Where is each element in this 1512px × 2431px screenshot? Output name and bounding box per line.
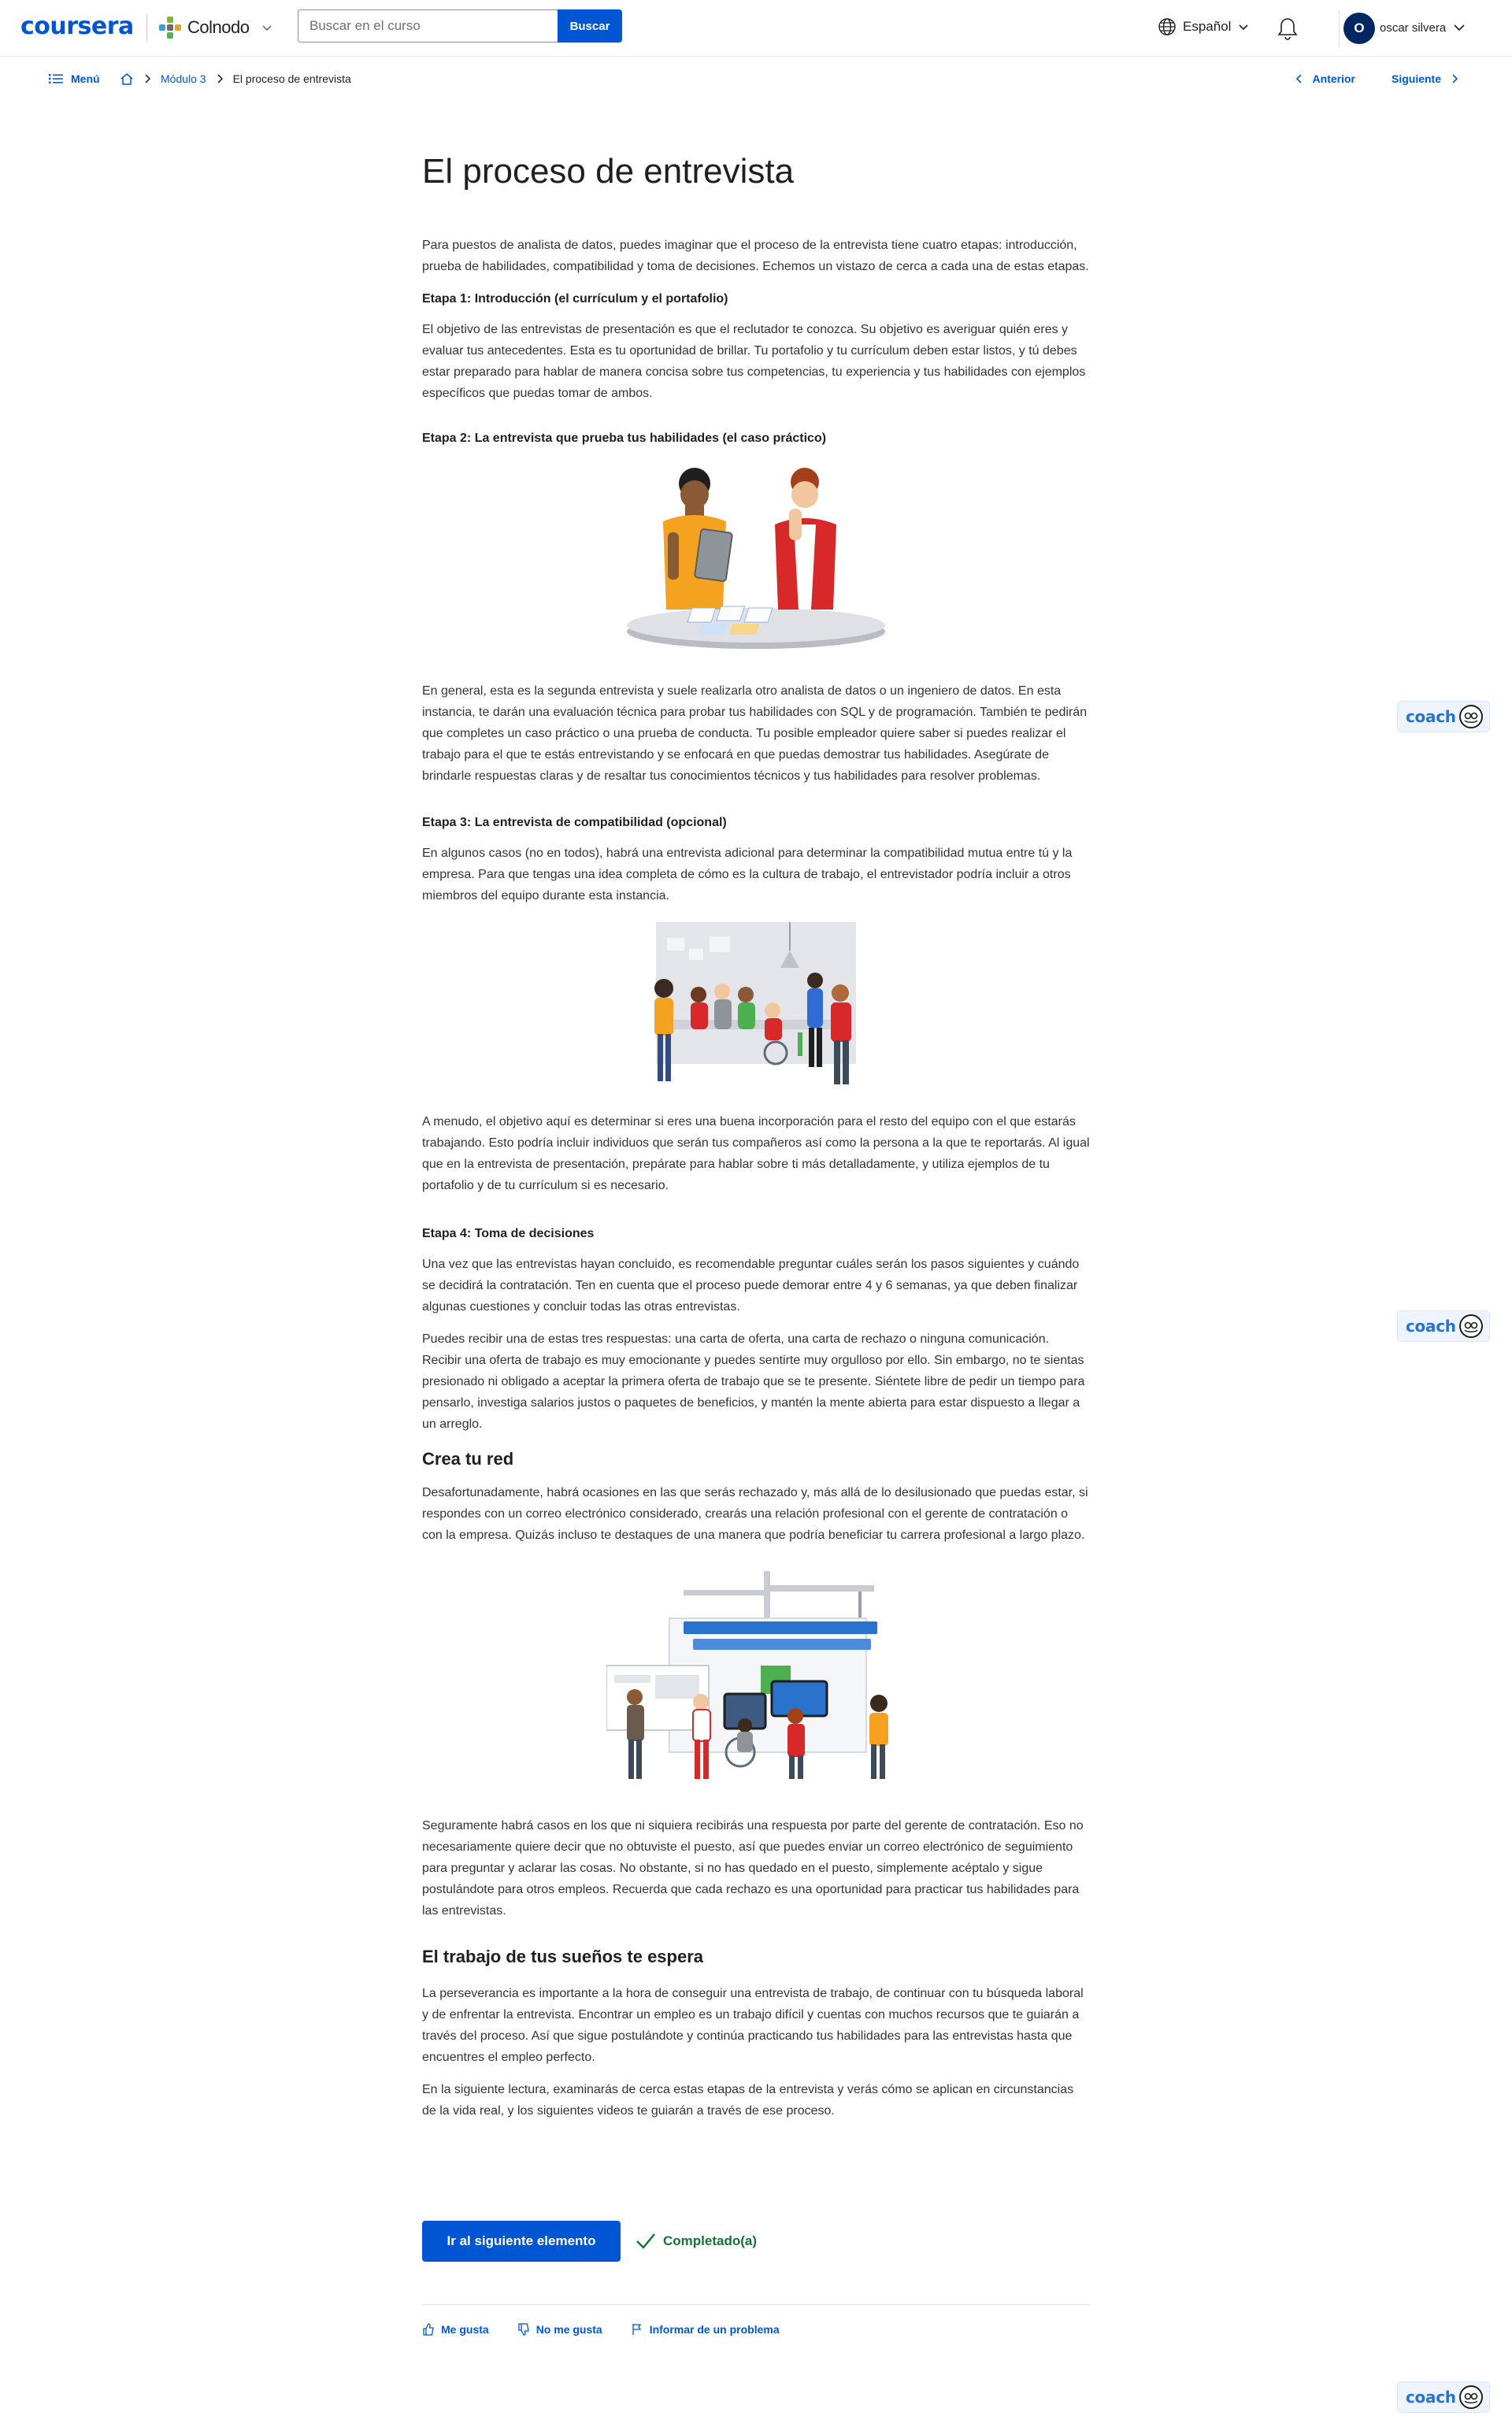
avatar[interactable]: O: [1343, 13, 1375, 44]
breadcrumb: Módulo 3 El proceso de entrevista: [120, 72, 351, 85]
stage-2-heading: Etapa 2: La entrevista que prueba tus ha…: [422, 432, 827, 445]
home-icon[interactable]: [120, 72, 134, 85]
previous-link[interactable]: Anterior: [1313, 72, 1355, 85]
page-title: El proceso de entrevista: [422, 152, 795, 191]
thumbs-up-icon: [423, 2323, 434, 2336]
username: oscar silvera: [1380, 20, 1447, 35]
partner-logo[interactable]: Colnodo: [159, 16, 250, 39]
report-problem-button[interactable]: Informar de un problema: [631, 2323, 780, 2336]
coach-button[interactable]: coach: [1397, 2381, 1490, 2413]
breadcrumb-current: El proceso de entrevista: [232, 72, 351, 85]
illustration-network: [422, 1571, 1090, 1792]
stage-4-paragraph: Una vez que las entrevistas hayan conclu…: [422, 1258, 1080, 1314]
team-meeting-illustration: [654, 922, 856, 1084]
coursera-logo[interactable]: coursera: [20, 13, 134, 40]
chevron-down-icon: [1239, 24, 1249, 31]
menu-button[interactable]: Menú: [49, 72, 100, 85]
stage-1-heading: Etapa 1: Introducción (el currículum y e…: [422, 292, 728, 306]
chevron-right-icon: [1452, 74, 1458, 83]
coach-button[interactable]: coach: [1397, 701, 1490, 732]
dream-job-paragraph-2: En la siguiente lectura, examinarás de c…: [422, 2083, 1074, 2118]
coach-label: coach: [1406, 1317, 1456, 1336]
partner-name: Colnodo: [187, 17, 250, 37]
stage-4-heading: Etapa 4: Toma de decisiones: [422, 1227, 595, 1240]
like-button[interactable]: Me gusta: [422, 2323, 489, 2336]
report-label: Informar de un problema: [649, 2323, 780, 2336]
reading-content: El proceso de entrevista Para puestos de…: [422, 150, 1090, 2122]
next-link[interactable]: Siguiente: [1392, 72, 1441, 85]
stage-3-paragraph-2: A menudo, el objetivo aquí es determinar…: [422, 1115, 1090, 1192]
coach-label: coach: [1406, 707, 1456, 726]
checkmark-icon: [636, 2233, 655, 2249]
stage-3-paragraph: En algunos casos (no en todos), habrá un…: [422, 847, 1073, 902]
search-input[interactable]: [298, 9, 558, 43]
menu-list-icon: [49, 74, 63, 83]
dislike-label: No me gusta: [536, 2323, 602, 2336]
illustration-case-study: [422, 460, 1090, 657]
completed-status: Completado(a): [635, 2232, 757, 2251]
top-header: coursera Colnodo Buscar Español O oscar …: [0, 0, 1512, 57]
stage-4-paragraph-2: Puedes recibir una de estas tres respues…: [422, 1332, 1085, 1431]
feedback-bar: Me gusta No me gusta Informar de un prob…: [422, 2323, 780, 2336]
chevron-right-icon: [217, 74, 223, 83]
chevron-down-icon[interactable]: [260, 20, 274, 35]
network-paragraph-2: Seguramente habrá casos en los que ni si…: [422, 1819, 1084, 1918]
illustration-team-meeting: [422, 922, 1090, 1094]
header-separator: [1339, 11, 1340, 46]
case-study-illustration: [627, 468, 885, 649]
coach-label: coach: [1406, 2388, 1456, 2407]
colnodo-mark-icon: [159, 17, 181, 39]
coach-button[interactable]: coach: [1397, 1310, 1490, 1342]
like-label: Me gusta: [441, 2323, 489, 2336]
sub-navigation: Menú Módulo 3 El proceso de entrevista A…: [0, 68, 1512, 96]
menu-label: Menú: [71, 72, 100, 85]
dream-job-paragraph: La perseverancia es importante a la hora…: [422, 1987, 1084, 2064]
flag-icon: [632, 2324, 641, 2335]
user-menu[interactable]: oscar silvera: [1380, 20, 1466, 35]
stage-3-heading: Etapa 3: La entrevista de compatibilidad…: [422, 816, 727, 829]
item-pager: Anterior Siguiente: [1295, 72, 1458, 85]
language-label: Español: [1183, 19, 1232, 34]
intro-paragraph: Para puestos de analista de datos, puede…: [422, 239, 1089, 273]
stage-2-paragraph: En general, esta es la segunda entrevist…: [422, 684, 1088, 783]
globe-icon: [1158, 18, 1176, 35]
completed-label: Completado(a): [663, 2233, 757, 2248]
coach-icon: [1459, 705, 1483, 728]
network-paragraph: Desafortunadamente, habrá ocasiones en l…: [422, 1486, 1088, 1542]
network-illustration: [606, 1571, 888, 1779]
chevron-down-icon: [1454, 24, 1465, 31]
breadcrumb-module[interactable]: Módulo 3: [161, 72, 206, 85]
chevron-right-icon: [145, 74, 151, 83]
logo-divider: [146, 14, 147, 41]
coach-icon: [1459, 1314, 1483, 1338]
search-button[interactable]: Buscar: [558, 9, 622, 43]
footer-divider: [422, 2304, 1090, 2305]
chevron-left-icon: [1295, 74, 1302, 83]
next-item-button[interactable]: Ir al siguiente elemento: [422, 2221, 621, 2262]
completion-actions: Ir al siguiente elemento Completado(a): [422, 2221, 757, 2262]
notifications-bell-icon[interactable]: [1276, 16, 1299, 41]
dislike-button[interactable]: No me gusta: [517, 2323, 602, 2336]
dream-job-heading: El trabajo de tus sueños te espera: [422, 1947, 704, 1966]
language-selector[interactable]: Español: [1158, 17, 1250, 36]
coach-icon: [1459, 2385, 1483, 2409]
stage-1-paragraph: El objetivo de las entrevistas de presen…: [422, 323, 1086, 400]
thumbs-down-icon: [518, 2323, 529, 2336]
network-heading: Crea tu red: [422, 1449, 514, 1469]
